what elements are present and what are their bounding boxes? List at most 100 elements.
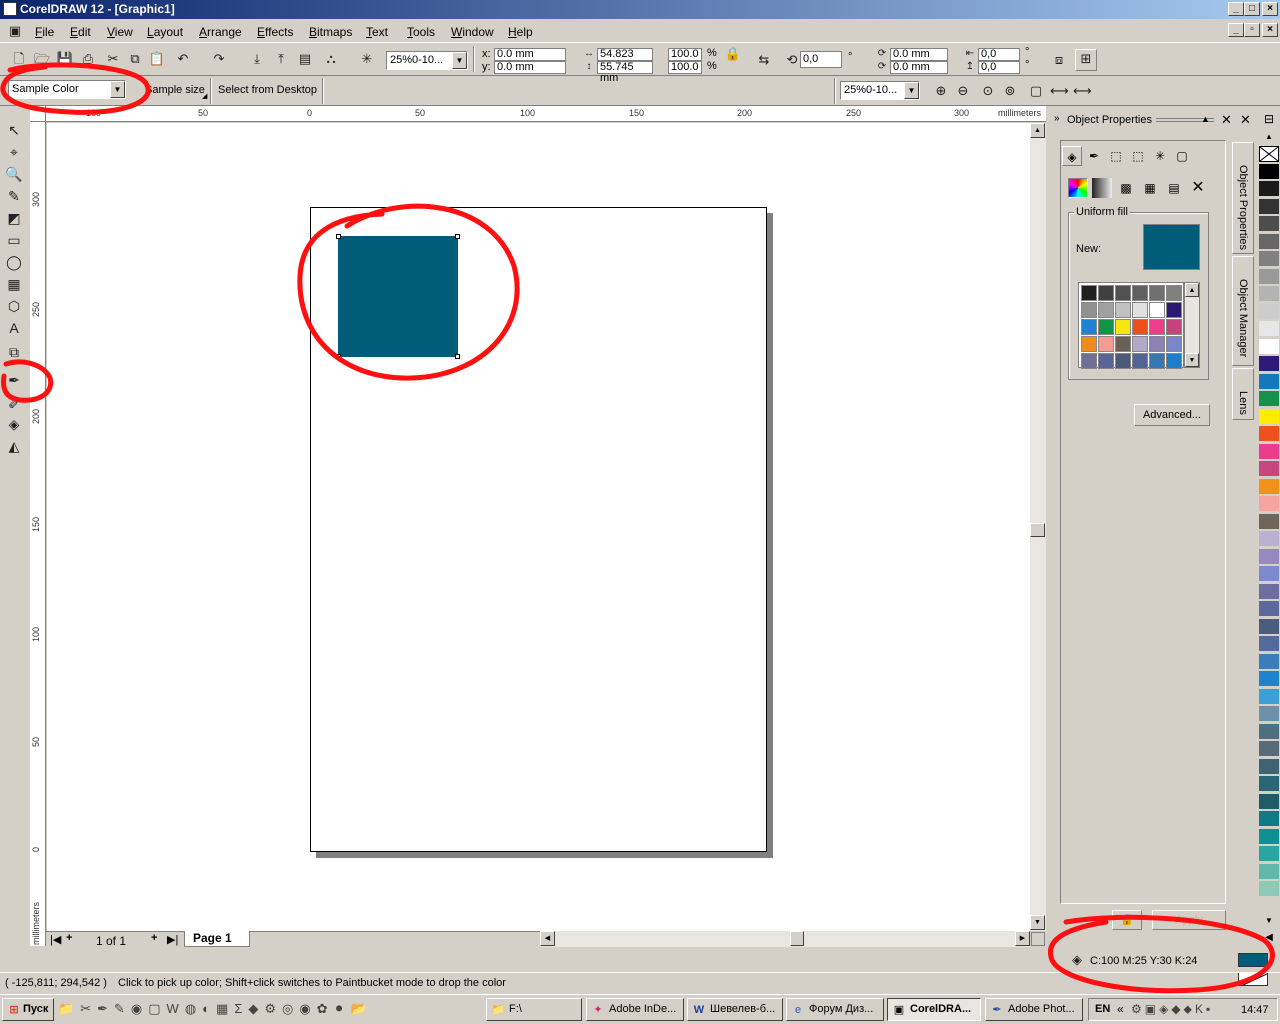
color-swatch[interactable] <box>1081 336 1097 352</box>
vertical-scrollbar[interactable]: ▲ ▼ <box>1030 123 1046 931</box>
zoom-levels-combo[interactable]: 25%0-10... ▼ <box>386 51 468 70</box>
color-swatch[interactable] <box>1132 285 1148 301</box>
color-swatch[interactable] <box>1115 302 1131 318</box>
palette-color-swatch[interactable] <box>1259 776 1279 792</box>
menu-edit[interactable]: Edit <box>70 25 91 39</box>
quick-launch-app-icon[interactable]: ⚫ <box>334 1001 351 1016</box>
fountain-fill-icon[interactable] <box>1092 178 1112 198</box>
zoom-page-icon[interactable]: ▢ <box>1027 82 1045 100</box>
menu-text[interactable]: Text <box>366 25 388 39</box>
close-button[interactable]: × <box>1262 2 1278 16</box>
taskbar-item-folder[interactable]: 📁 F:\ <box>486 998 582 1021</box>
application-launcher-icon[interactable]: ⛬ <box>322 50 340 68</box>
color-swatch[interactable] <box>1149 285 1165 301</box>
mirror-icon[interactable]: ⇆ <box>755 51 773 69</box>
menu-effects[interactable]: Effects <box>257 25 293 39</box>
last-page-button[interactable]: ▶| <box>167 933 178 946</box>
docker-pane-close-icon[interactable]: ✕ <box>1240 112 1251 128</box>
smart-fill-tool-icon[interactable]: ◩ <box>4 208 24 228</box>
rotation-field[interactable]: 0,0 <box>800 51 842 68</box>
docker-scroll-icon[interactable]: ▲ <box>1201 114 1210 124</box>
color-swatch[interactable] <box>1081 285 1097 301</box>
quick-launch-app-icon[interactable]: ✎ <box>114 1001 131 1016</box>
paste-icon[interactable]: 📋 <box>148 50 166 68</box>
menu-window[interactable]: Window <box>451 25 494 39</box>
skew-vertical-field[interactable]: 0,0 <box>978 61 1020 74</box>
palette-color-swatch[interactable] <box>1259 391 1279 407</box>
quick-launch-word-icon[interactable]: W <box>167 1001 185 1016</box>
palette-scroll-down-icon[interactable]: ▼ <box>1259 916 1279 928</box>
color-swatch[interactable] <box>1081 302 1097 318</box>
document-icon[interactable]: ▣ <box>6 22 24 40</box>
scroll-down-button[interactable]: ▼ <box>1185 353 1199 367</box>
fill-tab-icon[interactable]: ◈ <box>1062 146 1082 166</box>
rotation-center-y-field[interactable]: 0.0 mm <box>890 61 948 74</box>
docker-close-icon[interactable]: ✕ <box>1221 112 1232 128</box>
color-swatch[interactable] <box>1098 285 1114 301</box>
rotation-center-x-field[interactable]: 0.0 mm <box>890 48 948 61</box>
menu-bitmaps[interactable]: Bitmaps <box>309 25 352 39</box>
quick-launch-app-icon[interactable]: ✿ <box>317 1001 334 1016</box>
x-position-field[interactable]: 0.0 mm <box>494 48 566 61</box>
taskbar-item-coreldraw[interactable]: ▣ CorelDRA... <box>887 998 981 1021</box>
palette-scroll-up-icon[interactable]: ▲ <box>1259 132 1279 144</box>
palette-color-swatch[interactable] <box>1259 496 1279 512</box>
apply-duplicate-icon[interactable]: ⧈ <box>1050 51 1068 69</box>
horizontal-scrollbar[interactable]: ◀ ▶ <box>540 931 1030 947</box>
quick-launch-app-icon[interactable]: ◐ <box>202 1001 216 1016</box>
tray-expand-icon[interactable]: « <box>1117 1002 1124 1016</box>
palette-color-swatch[interactable] <box>1259 216 1279 232</box>
app-icon[interactable] <box>3 2 17 16</box>
palette-menu-icon[interactable]: ⊟ <box>1259 112 1279 130</box>
lock-ratio-icon[interactable]: 🔒 <box>724 45 742 63</box>
detail-tab-icon[interactable]: ⬚ <box>1128 146 1148 166</box>
eyedropper-tool-icon[interactable]: ✒ <box>4 370 24 390</box>
height-field[interactable]: 55.745 mm <box>597 61 653 84</box>
color-swatch[interactable] <box>1098 319 1114 335</box>
palette-color-swatch[interactable] <box>1259 338 1279 355</box>
quick-launch-app-icon[interactable]: ◆ <box>248 1001 264 1016</box>
interactive-fill-tool-icon[interactable]: ◭ <box>4 436 24 456</box>
quick-launch-app-icon[interactable]: ▢ <box>148 1001 166 1016</box>
menu-view[interactable]: View <box>107 25 133 39</box>
quick-launch-app-icon[interactable]: ⚙ <box>264 1001 282 1016</box>
quick-launch-folder-icon[interactable]: 📁 <box>58 1001 80 1016</box>
menu-help[interactable]: Help <box>508 25 533 39</box>
palette-color-swatch[interactable] <box>1259 251 1279 267</box>
palette-color-swatch[interactable] <box>1259 163 1279 180</box>
palette-color-swatch[interactable] <box>1259 408 1279 425</box>
scroll-up-button[interactable]: ▲ <box>1030 123 1045 138</box>
palette-color-swatch[interactable] <box>1259 863 1279 880</box>
color-swatch[interactable] <box>1115 285 1131 301</box>
export-icon[interactable]: ⤒ <box>272 50 290 68</box>
pick-tool-icon[interactable]: ↖ <box>4 120 24 140</box>
palette-color-swatch[interactable] <box>1259 671 1279 687</box>
taskbar-item-browser[interactable]: e Форум Диз... <box>786 998 884 1021</box>
no-fill-icon[interactable]: ✕ <box>1188 178 1208 198</box>
quick-launch-app-icon[interactable]: ✂ <box>80 1001 97 1016</box>
scale-height-field[interactable]: 100.0 <box>668 61 702 74</box>
text-tool-icon[interactable]: A <box>4 318 24 338</box>
quick-launch-app-icon[interactable]: ◉ <box>131 1001 148 1016</box>
color-swatch[interactable] <box>1098 302 1114 318</box>
new-icon[interactable]: 🗋 <box>10 50 28 68</box>
palette-color-swatch[interactable] <box>1259 513 1279 530</box>
zoom-all-icon[interactable]: ⊚ <box>1001 82 1019 100</box>
fill-color-swatch[interactable] <box>1238 953 1268 967</box>
color-swatch[interactable] <box>1115 336 1131 352</box>
minimize-button[interactable]: _ <box>1228 2 1244 16</box>
palette-color-swatch[interactable] <box>1259 461 1279 477</box>
palette-color-swatch[interactable] <box>1259 758 1279 775</box>
fill-tool-icon[interactable]: ◈ <box>4 414 24 434</box>
object-properties-tab[interactable]: Object Properties <box>1232 142 1254 254</box>
outline-tab-icon[interactable]: ✒ <box>1084 146 1104 166</box>
selection-handle[interactable] <box>455 354 460 359</box>
color-swatch[interactable] <box>1132 336 1148 352</box>
palette-color-swatch[interactable] <box>1259 828 1279 845</box>
lock-icon[interactable]: 🔒 <box>1112 910 1142 930</box>
palette-color-swatch[interactable] <box>1259 373 1279 390</box>
menu-arrange[interactable]: Arrange <box>199 25 242 39</box>
color-swatch[interactable] <box>1098 336 1114 352</box>
doc-minimize-button[interactable]: _ <box>1228 23 1244 37</box>
palette-color-swatch[interactable] <box>1259 321 1279 337</box>
